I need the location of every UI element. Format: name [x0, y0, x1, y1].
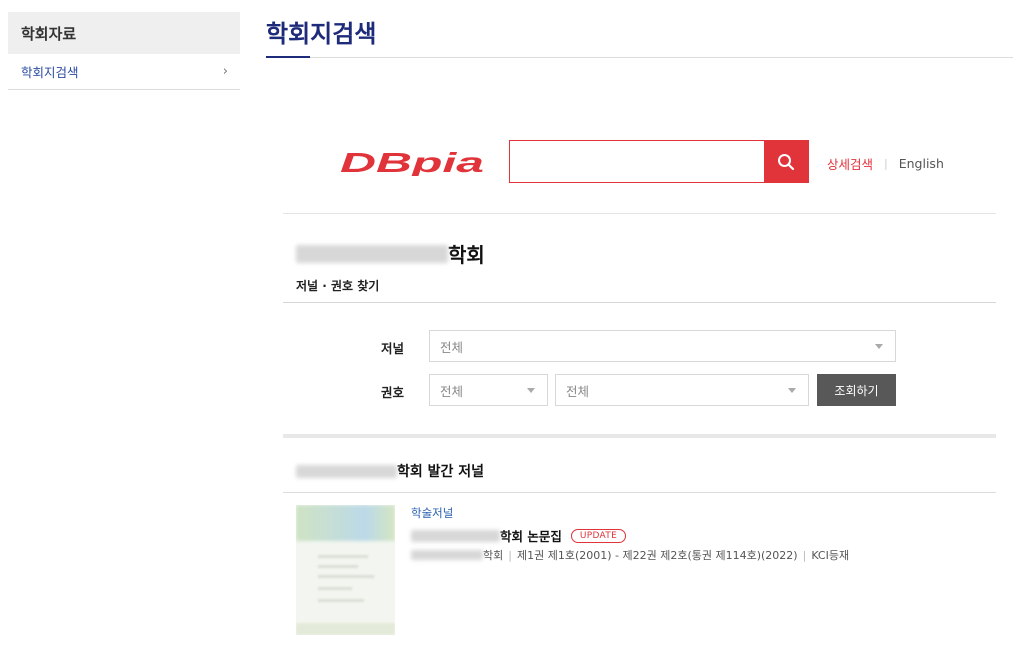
journals-section-title-suffix: 학회 발간 저널: [397, 464, 485, 480]
journal-type-tag[interactable]: 학술저널: [411, 505, 453, 521]
society-name: 학회: [296, 239, 485, 268]
dropdown-caret-icon: [875, 344, 883, 349]
journals-section-title: 학회 발간 저널: [296, 461, 484, 481]
issue-number-select-value: 전체: [566, 383, 590, 399]
journal-select-value: 전체: [440, 339, 464, 355]
search-icon: [778, 153, 795, 170]
journal-cover-image[interactable]: [296, 505, 395, 635]
issue-year-select[interactable]: 전체: [429, 374, 548, 406]
search-divider: [283, 213, 996, 214]
journal-publisher-suffix: 학회: [483, 549, 504, 562]
page-title: 학회지검색: [266, 20, 377, 48]
update-badge: UPDATE: [570, 528, 627, 543]
journal-index-status: KCI등재: [811, 549, 850, 562]
search-links: 상세검색 | English: [827, 154, 944, 173]
society-name-suffix: 학회: [448, 243, 485, 267]
dropdown-caret-icon: [788, 388, 796, 393]
society-divider: [283, 302, 996, 303]
query-button[interactable]: 조회하기: [817, 374, 896, 406]
section-divider: [283, 434, 996, 438]
search-box: [509, 140, 809, 183]
journals-divider: [283, 492, 996, 493]
advanced-search-link[interactable]: 상세검색: [827, 154, 873, 173]
journal-label: 저널: [381, 341, 405, 356]
journal-name-suffix: 학회 논문집: [500, 529, 562, 544]
issue-label: 권호: [381, 385, 405, 400]
journal-meta: 학회 | 제1권 제1호(2001) - 제22권 제2호(통권 제114호)(…: [411, 547, 849, 563]
journal-select[interactable]: 전체: [429, 330, 896, 362]
redacted-society-name: [296, 244, 448, 263]
redacted-society-name: [296, 464, 397, 478]
sidebar: 학회자료 학회지검색 ›: [8, 12, 240, 90]
journal-name-link[interactable]: 학회 논문집 UPDATE: [411, 526, 627, 545]
sidebar-item-journal-search[interactable]: 학회지검색 ›: [8, 54, 240, 90]
find-journal-label: 저널 · 권호 찾기: [296, 279, 380, 293]
issue-year-select-value: 전체: [440, 383, 464, 399]
title-divider-accent: [266, 56, 310, 58]
redacted-journal-name: [411, 529, 500, 542]
search-button[interactable]: [764, 141, 808, 182]
title-divider: [266, 57, 1013, 58]
search-input[interactable]: [510, 141, 764, 182]
sidebar-heading: 학회자료: [8, 12, 240, 54]
journal-volume-range: 제1권 제1호(2001) - 제22권 제2호(통권 제114호)(2022): [516, 549, 798, 562]
redacted-publisher: [411, 550, 483, 560]
issue-number-select[interactable]: 전체: [555, 374, 809, 406]
link-separator: |: [884, 157, 888, 170]
dropdown-caret-icon: [527, 388, 535, 393]
english-link[interactable]: English: [899, 156, 944, 171]
dbpia-logo-text: DBpia: [340, 148, 484, 176]
chevron-right-icon: ›: [222, 64, 228, 79]
dbpia-logo[interactable]: DBpia: [338, 148, 488, 176]
sidebar-item-label: 학회지검색: [21, 65, 79, 80]
